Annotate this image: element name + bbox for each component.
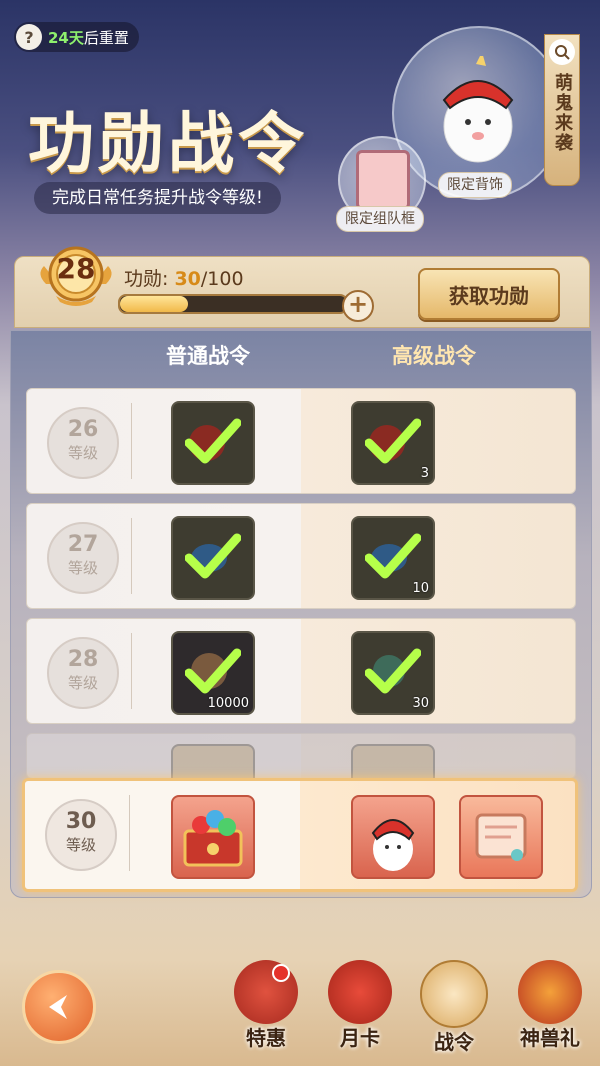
reward-row: 28 等级 10000 30 <box>26 618 576 724</box>
arrow-left-icon <box>49 995 67 1019</box>
nav-battle-pass[interactable]: 战令 <box>414 960 494 1060</box>
advanced-reward-item <box>351 744 435 778</box>
row-level-unit: 等级 <box>65 836 96 854</box>
exp-progress-bar <box>118 294 348 314</box>
reward-row-featured: 30 等级 <box>22 778 578 892</box>
reset-timer-pill: ? 24天后重置 <box>14 22 139 52</box>
beast-gift-icon <box>518 960 582 1024</box>
reset-suffix: 后重置 <box>83 28 129 47</box>
claimed-check-icon <box>365 533 421 579</box>
exp-max: /100 <box>200 268 244 290</box>
side-banner-label: 萌鬼来袭 <box>552 73 573 153</box>
gift-box-icon <box>234 960 298 1024</box>
row-level: 30 <box>65 809 97 834</box>
claimed-check-icon <box>365 418 421 464</box>
level-circle: 26 等级 <box>47 407 119 479</box>
claimed-check-icon <box>185 533 241 579</box>
row-divider <box>129 795 130 871</box>
exp-text: 功勋: 30/100 <box>124 264 244 291</box>
reset-timer-text: 24天后重置 <box>48 27 129 48</box>
normal-pass-header: 普通战令 <box>166 344 250 368</box>
exp-current: 30 <box>174 268 201 290</box>
item-quantity: 30 <box>412 696 429 711</box>
item-quantity: 10000 <box>207 696 249 711</box>
exp-label: 功勋: <box>124 268 169 290</box>
limited-ornament-tag: 限定背饰 <box>438 172 512 198</box>
page-title: 功勋战令 <box>28 104 308 182</box>
row-divider <box>131 633 132 709</box>
row-level: 28 <box>67 647 99 672</box>
nav-monthly-card[interactable]: 月卡 <box>320 960 400 1060</box>
advanced-frame-reward[interactable] <box>459 795 543 879</box>
level-circle: 28 等级 <box>47 637 119 709</box>
help-icon[interactable]: ? <box>16 24 42 50</box>
row-level-unit: 等级 <box>67 674 98 692</box>
ghost-mascot-icon <box>442 56 514 163</box>
claimed-check-icon <box>185 418 241 464</box>
item-quantity: 10 <box>412 581 429 596</box>
nav-label: 战令 <box>434 1030 474 1054</box>
level-circle: 27 等级 <box>47 522 119 594</box>
advanced-ghost-ornament[interactable] <box>351 795 435 879</box>
row-level: 27 <box>67 532 99 557</box>
row-level-unit: 等级 <box>67 559 98 577</box>
monthly-card-icon <box>328 960 392 1024</box>
row-level: 26 <box>67 417 99 442</box>
nav-special-offer[interactable]: 特惠 <box>226 960 306 1060</box>
normal-reward-item[interactable]: 10000 <box>171 631 255 715</box>
exp-progress-fill <box>120 296 188 312</box>
reward-row-hidden <box>26 733 576 779</box>
side-banner[interactable]: 萌鬼来袭 <box>544 34 580 186</box>
team-frame-icon <box>356 150 410 210</box>
battle-pass-icon <box>420 960 488 1028</box>
row-divider <box>131 518 132 594</box>
page-subtitle: 完成日常任务提升战令等级! <box>34 182 281 214</box>
reset-days: 24天 <box>48 28 84 47</box>
item-quantity: 3 <box>420 466 429 481</box>
reward-row: 27 等级 10 <box>26 503 576 609</box>
row-divider <box>131 403 132 479</box>
nav-label: 神兽礼 <box>520 1026 580 1050</box>
treasure-chest-icon <box>183 810 243 867</box>
reward-row: 26 等级 3 <box>26 388 576 494</box>
normal-reward-item[interactable] <box>171 516 255 600</box>
limited-frame-tag: 限定组队框 <box>336 206 424 232</box>
nav-label: 月卡 <box>340 1026 380 1050</box>
normal-reward-item <box>171 744 255 778</box>
nav-label: 特惠 <box>246 1026 286 1050</box>
advanced-reward-item[interactable]: 10 <box>351 516 435 600</box>
ghost-ornament-icon <box>371 819 415 871</box>
advanced-reward-item[interactable]: 3 <box>351 401 435 485</box>
advanced-reward-item[interactable]: 30 <box>351 631 435 715</box>
current-level: 28 <box>56 252 96 285</box>
scroll-frame-icon <box>475 813 527 861</box>
advanced-pass-header: 高级战令 <box>392 344 476 368</box>
normal-reward-chest[interactable] <box>171 795 255 879</box>
magnifier-icon[interactable] <box>549 39 575 65</box>
nav-beast-gift[interactable]: 神兽礼 <box>510 960 590 1060</box>
claimed-check-icon <box>185 648 241 694</box>
back-button[interactable] <box>22 970 96 1044</box>
normal-reward-item[interactable] <box>171 401 255 485</box>
claimed-check-icon <box>365 648 421 694</box>
add-exp-button[interactable]: + <box>342 290 374 322</box>
get-merit-button[interactable]: 获取功勋 <box>418 268 560 320</box>
level-circle: 30 等级 <box>45 799 117 871</box>
notification-dot <box>272 964 290 982</box>
row-level-unit: 等级 <box>67 444 98 462</box>
